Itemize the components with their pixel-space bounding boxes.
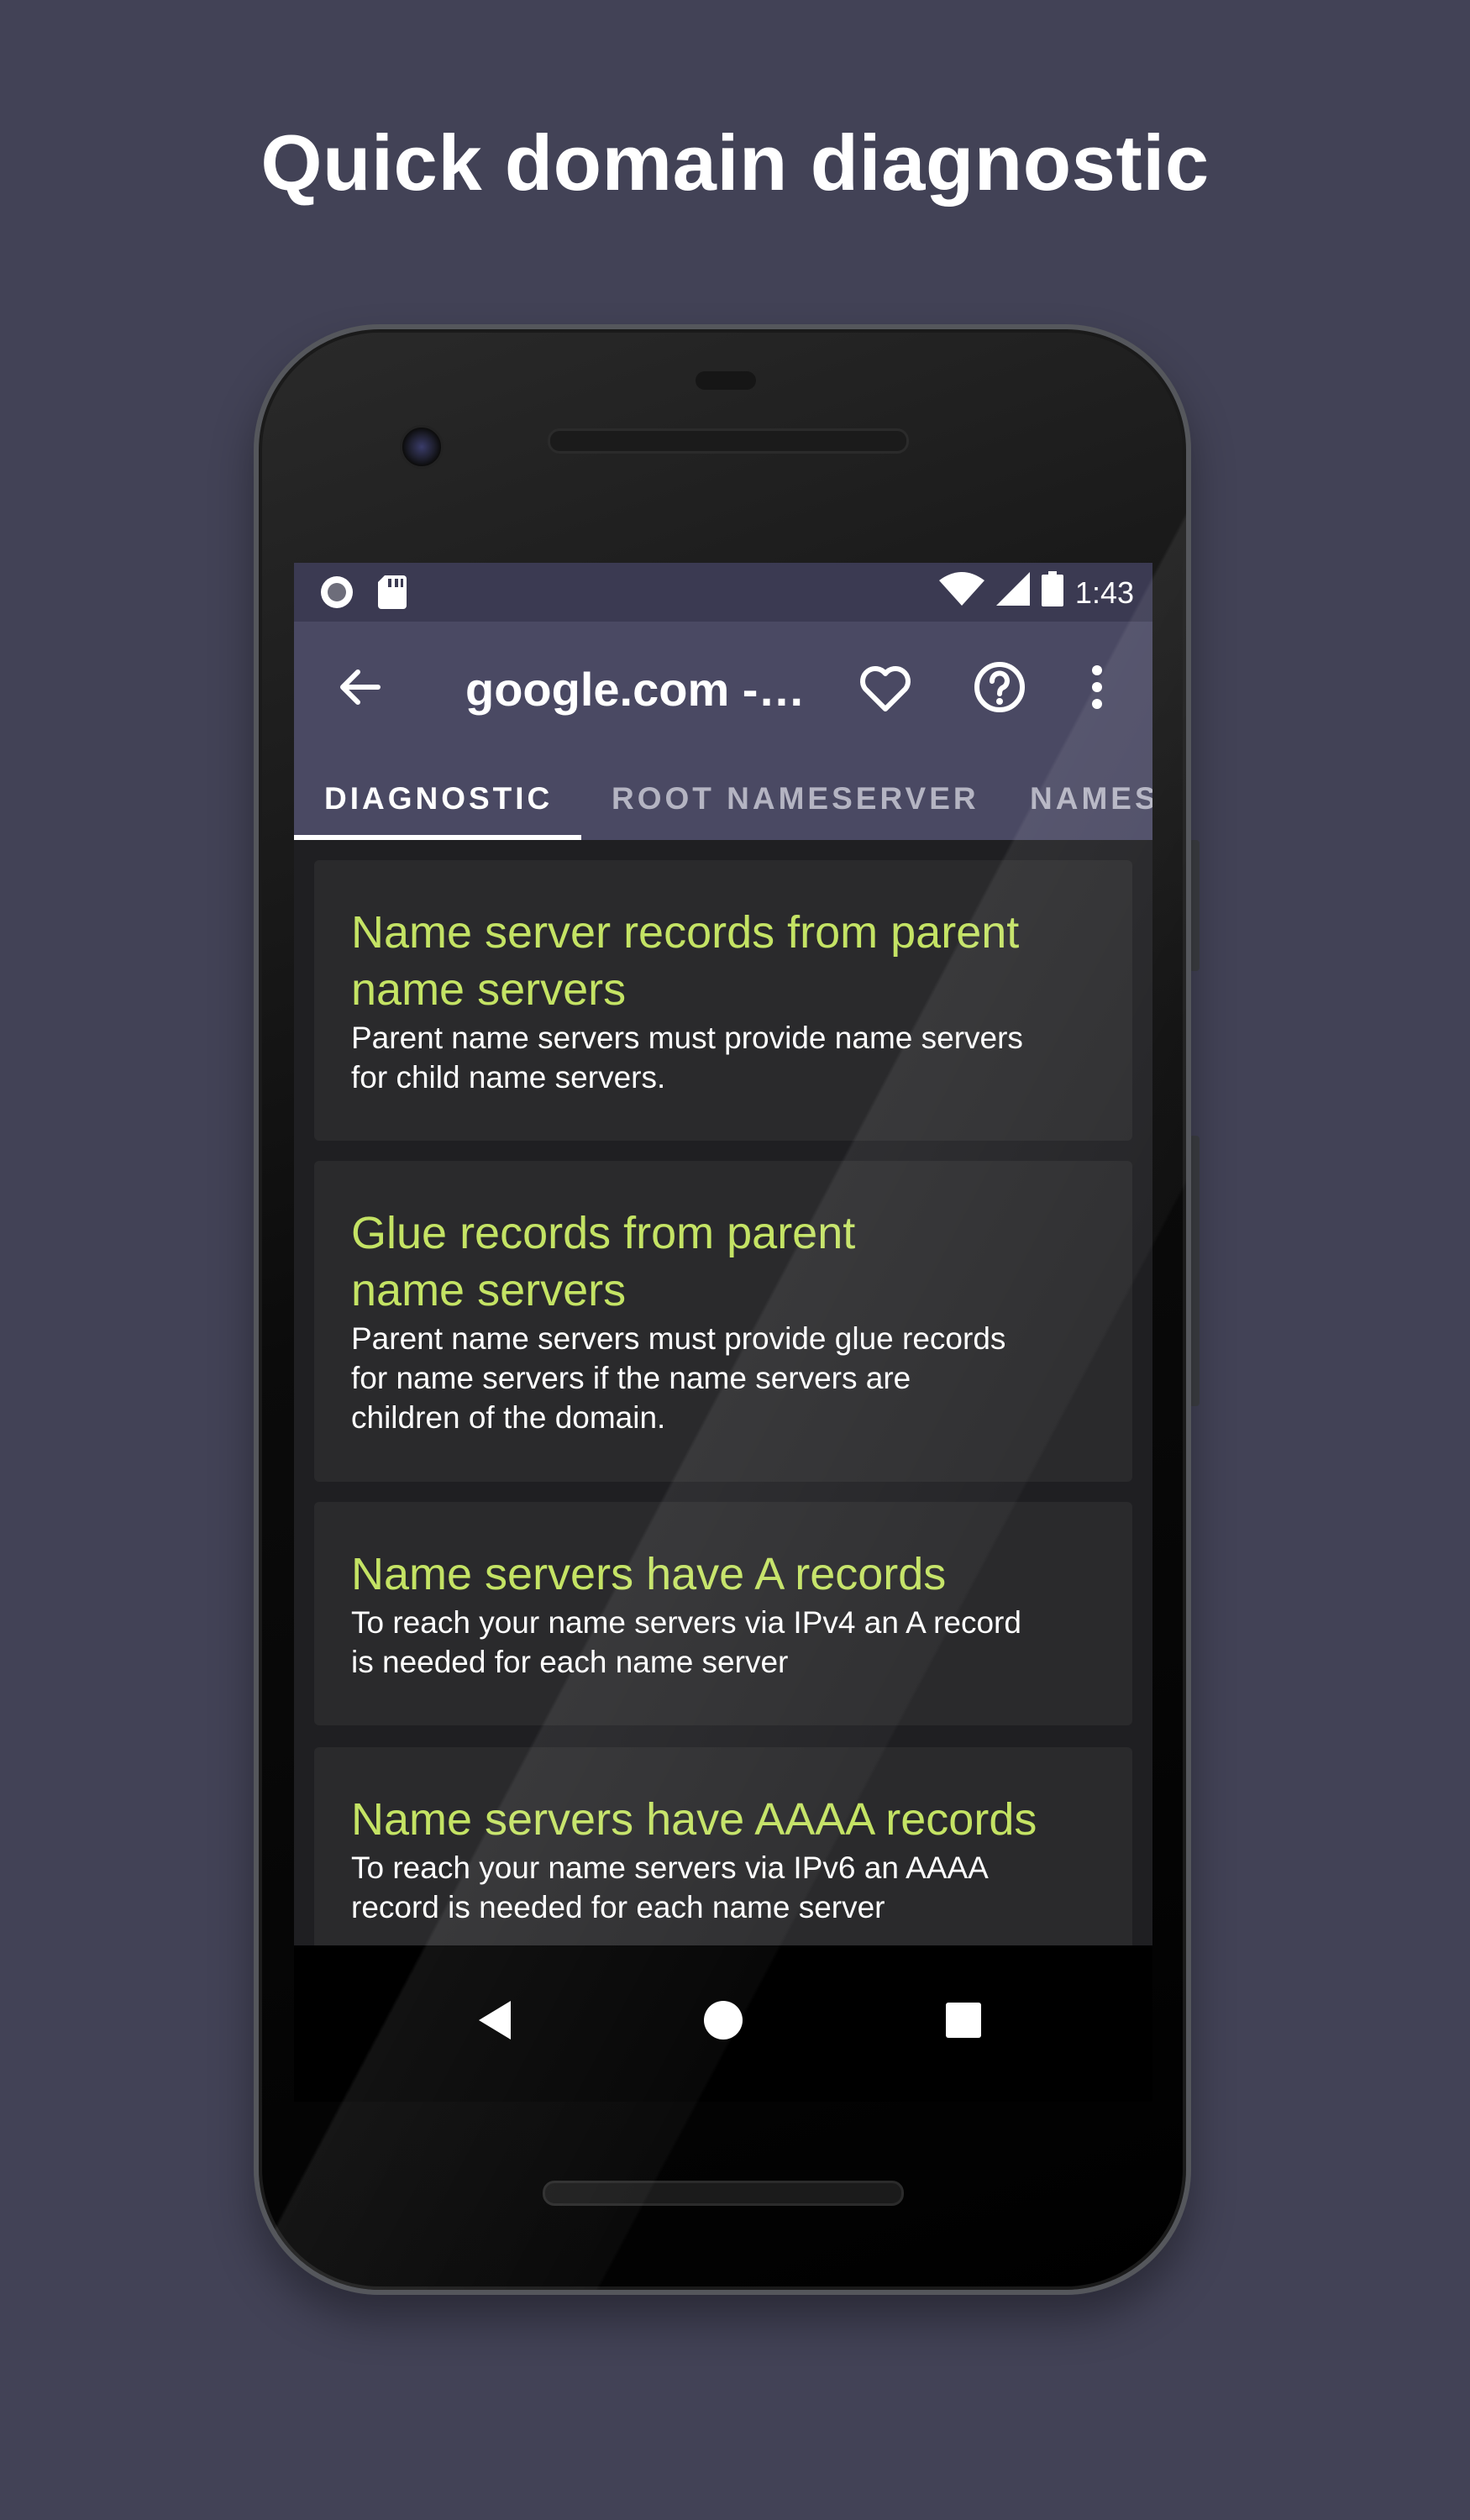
diagnostic-card[interactable]: Glue records from parent name servers Pa… bbox=[314, 1161, 1132, 1482]
page-title: google.com -… bbox=[465, 663, 806, 716]
card-description: Parent name servers must provide glue re… bbox=[351, 1321, 1006, 1435]
nav-back-icon[interactable] bbox=[467, 1991, 526, 2050]
phone-frame: 1:43 google.com -… DIAGNOSTIC ROOT NAMES… bbox=[254, 324, 1191, 2295]
app-bar: google.com -… bbox=[294, 622, 1152, 756]
cell-signal-icon bbox=[995, 572, 1030, 613]
nav-recents-icon[interactable] bbox=[934, 1991, 993, 2050]
phone-screen: 1:43 google.com -… DIAGNOSTIC ROOT NAMES… bbox=[294, 563, 1152, 2102]
heart-icon[interactable] bbox=[857, 660, 914, 717]
diagnostic-card[interactable]: Name servers have A records To reach you… bbox=[314, 1502, 1132, 1725]
bottom-speaker bbox=[543, 2181, 904, 2206]
tab-bar: DIAGNOSTIC ROOT NAMESERVER NAMES bbox=[294, 756, 1152, 840]
battery-icon bbox=[1041, 571, 1063, 614]
card-description: Parent name servers must provide name se… bbox=[351, 1021, 1023, 1095]
arrow-back-icon[interactable] bbox=[333, 660, 386, 714]
earpiece-speaker bbox=[548, 428, 909, 454]
card-title: Name servers have AAAA records bbox=[351, 1794, 1037, 1845]
more-vert-icon[interactable] bbox=[1080, 659, 1114, 716]
card-description: To reach your name servers via IPv4 an A… bbox=[351, 1605, 1021, 1679]
circle-notification-icon bbox=[319, 575, 354, 614]
diagnostic-card[interactable]: Name server records from parent name ser… bbox=[314, 860, 1132, 1141]
front-camera bbox=[400, 425, 444, 469]
card-title: Name servers have A records bbox=[351, 1549, 947, 1599]
nav-home-icon[interactable] bbox=[694, 1991, 753, 2050]
help-icon[interactable] bbox=[971, 659, 1028, 716]
status-bar: 1:43 bbox=[294, 563, 1152, 622]
card-title: Glue records from parent name servers bbox=[351, 1208, 856, 1315]
tab-diagnostic[interactable]: DIAGNOSTIC bbox=[324, 781, 553, 816]
card-description: To reach your name servers via IPv6 an A… bbox=[351, 1851, 989, 1924]
diagnostic-list: Name server records from parent name ser… bbox=[294, 840, 1152, 1945]
wifi-icon bbox=[938, 572, 984, 613]
card-title: Name server records from parent name ser… bbox=[351, 907, 1020, 1015]
status-time: 1:43 bbox=[1074, 575, 1134, 610]
phone-sensor bbox=[696, 371, 756, 390]
diagnostic-card[interactable]: Name servers have AAAA records To reach … bbox=[314, 1747, 1132, 1945]
system-nav-bar bbox=[294, 1945, 1152, 2102]
sd-card-icon bbox=[378, 575, 407, 613]
promo-headline: Quick domain diagnostic bbox=[260, 118, 1210, 207]
tab-nameserver[interactable]: NAMES bbox=[1030, 781, 1152, 816]
tab-root-nameserver[interactable]: ROOT NAMESERVER bbox=[612, 781, 979, 816]
